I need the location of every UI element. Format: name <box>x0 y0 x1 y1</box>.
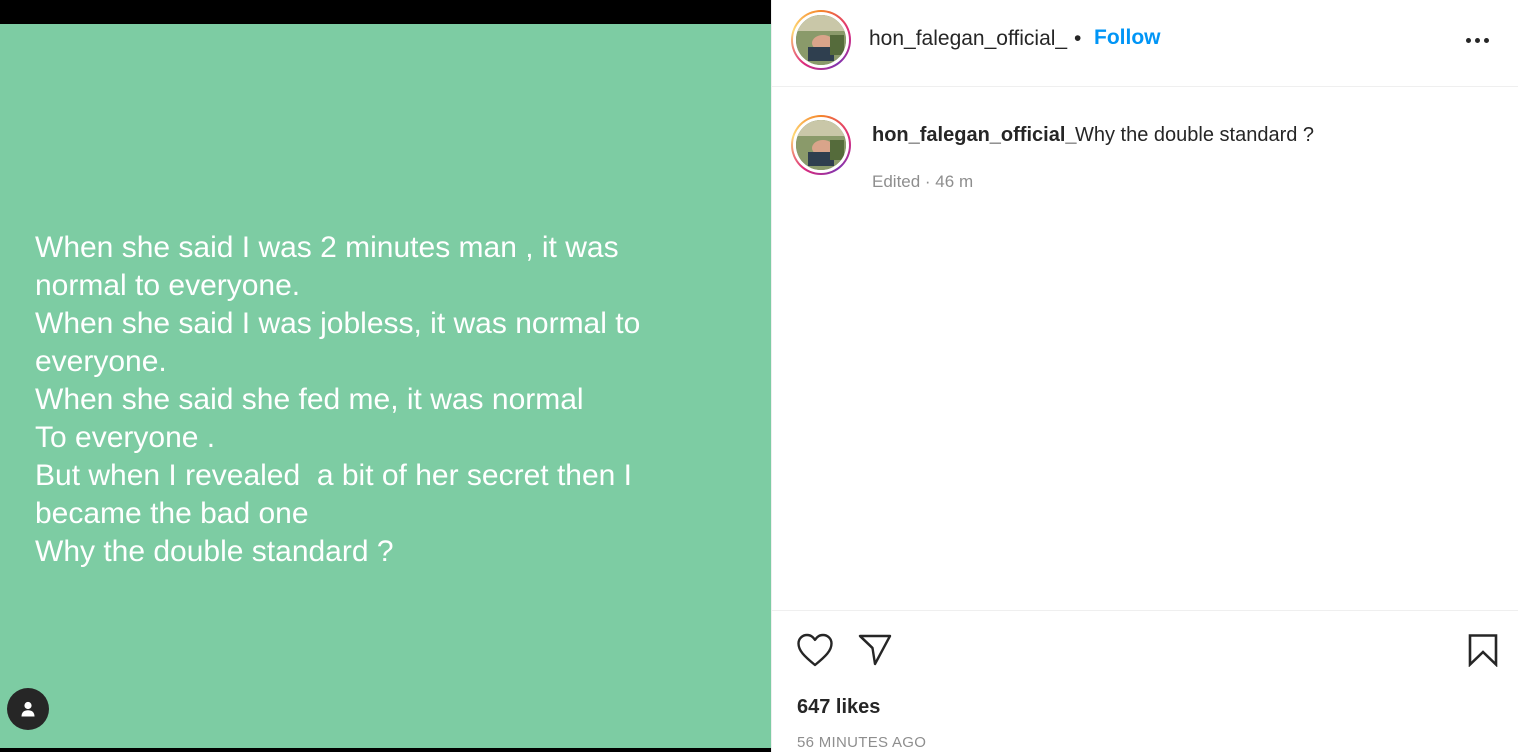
post-text-line: When she said I was 2 minutes man , it w… <box>35 231 619 264</box>
post-text-line: When she said she fed me, it was normal <box>35 383 584 416</box>
post-side-panel: hon_falegan_official_ • Follow hon_faleg… <box>771 0 1518 752</box>
avatar-photo <box>796 120 846 170</box>
separator-dot: • <box>1074 27 1082 50</box>
post-media: When she said I was 2 minutes man , it w… <box>0 0 771 752</box>
post-text-line: Why the double standard ? <box>35 535 394 568</box>
avatar-photo <box>796 15 846 65</box>
post-text-line: When she said I was jobless, it was norm… <box>35 307 641 340</box>
caption-username[interactable]: hon_falegan_official_ <box>872 124 1077 147</box>
user-tag-icon <box>21 701 35 717</box>
user-tag-button[interactable] <box>7 688 49 730</box>
post-header: hon_falegan_official_ • Follow <box>772 0 1518 87</box>
bookmark-icon[interactable] <box>1467 633 1499 667</box>
post-text-line: To everyone . <box>35 421 216 454</box>
post-text-line: became the bad one <box>35 497 309 530</box>
post-timestamp[interactable]: 56 MINUTES AGO <box>797 734 926 751</box>
header-username[interactable]: hon_falegan_official_ <box>869 27 1067 51</box>
likes-count[interactable]: 647 likes <box>797 696 880 719</box>
caption-meta: Edited · 46 m <box>872 172 974 191</box>
post-image-text: When she said I was 2 minutes man , it w… <box>35 229 735 571</box>
heart-icon[interactable] <box>796 632 834 668</box>
divider <box>772 610 1518 611</box>
paper-plane-icon[interactable] <box>857 633 893 667</box>
post-text-line: normal to everyone. <box>35 269 301 302</box>
caption-text: Why the double standard ? <box>1075 124 1315 146</box>
more-options-icon[interactable] <box>1466 30 1496 50</box>
post-text-line: everyone. <box>35 345 167 378</box>
post-image[interactable]: When she said I was 2 minutes man , it w… <box>0 24 771 748</box>
post-text-line: But when I revealed a bit of her secret … <box>35 459 633 492</box>
caption-avatar[interactable] <box>791 115 851 175</box>
follow-button[interactable]: Follow <box>1094 26 1161 50</box>
instagram-post-view: When she said I was 2 minutes man , it w… <box>0 0 1518 752</box>
avatar[interactable] <box>791 10 851 70</box>
